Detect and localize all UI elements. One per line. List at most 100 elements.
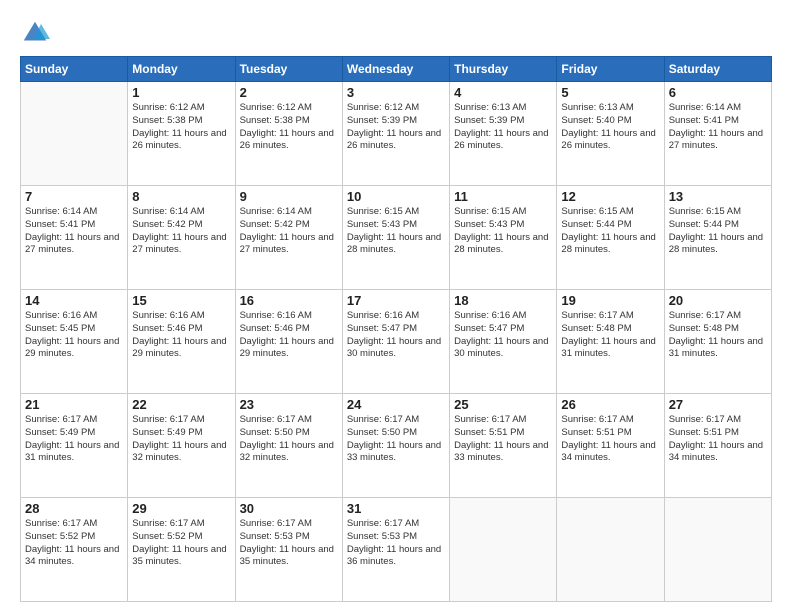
calendar-cell: 1 Sunrise: 6:12 AMSunset: 5:38 PMDaylight… bbox=[128, 82, 235, 186]
cell-info: Sunrise: 6:13 AMSunset: 5:39 PMDaylight:… bbox=[454, 102, 552, 153]
cell-info: Sunrise: 6:16 AMSunset: 5:46 PMDaylight:… bbox=[132, 310, 230, 361]
cell-info: Sunrise: 6:14 AMSunset: 5:41 PMDaylight:… bbox=[25, 206, 123, 257]
day-number: 5 bbox=[561, 85, 659, 100]
day-number: 17 bbox=[347, 293, 445, 308]
calendar-header-wednesday: Wednesday bbox=[342, 57, 449, 82]
calendar-cell: 25Sunrise: 6:17 AMSunset: 5:51 PMDayligh… bbox=[450, 394, 557, 498]
day-number: 27 bbox=[669, 397, 767, 412]
day-number: 1 bbox=[132, 85, 230, 100]
cell-info: Sunrise: 6:14 AMSunset: 5:41 PMDaylight:… bbox=[669, 102, 767, 153]
cell-info: Sunrise: 6:17 AMSunset: 5:53 PMDaylight:… bbox=[347, 518, 445, 569]
calendar-cell: 22 Sunrise: 6:17 AMSunset: 5:49 PMDayligh… bbox=[128, 394, 235, 498]
calendar-cell: 20 Sunrise: 6:17 AMSunset: 5:48 PMDayligh… bbox=[664, 290, 771, 394]
cell-info: Sunrise: 6:17 AMSunset: 5:51 PMDaylight:… bbox=[561, 414, 659, 465]
calendar-week-2: 7 Sunrise: 6:14 AMSunset: 5:41 PMDaylight… bbox=[21, 186, 772, 290]
cell-info: Sunrise: 6:16 AMSunset: 5:45 PMDaylight:… bbox=[25, 310, 123, 361]
cell-info: Sunrise: 6:15 AMSunset: 5:43 PMDaylight:… bbox=[347, 206, 445, 257]
calendar-cell: 16 Sunrise: 6:16 AMSunset: 5:46 PMDayligh… bbox=[235, 290, 342, 394]
logo-icon bbox=[20, 18, 50, 48]
cell-info: Sunrise: 6:16 AMSunset: 5:47 PMDaylight:… bbox=[454, 310, 552, 361]
calendar-header-row: SundayMondayTuesdayWednesdayThursdayFrid… bbox=[21, 57, 772, 82]
calendar-cell: 8 Sunrise: 6:14 AMSunset: 5:42 PMDaylight… bbox=[128, 186, 235, 290]
calendar-header-thursday: Thursday bbox=[450, 57, 557, 82]
cell-info: Sunrise: 6:15 AMSunset: 5:44 PMDaylight:… bbox=[669, 206, 767, 257]
day-number: 14 bbox=[25, 293, 123, 308]
calendar-cell: 9 Sunrise: 6:14 AMSunset: 5:42 PMDaylight… bbox=[235, 186, 342, 290]
cell-info: Sunrise: 6:17 AMSunset: 5:51 PMDaylight:… bbox=[669, 414, 767, 465]
calendar-header-sunday: Sunday bbox=[21, 57, 128, 82]
logo bbox=[20, 18, 54, 48]
calendar-header-monday: Monday bbox=[128, 57, 235, 82]
calendar-cell: 17 Sunrise: 6:16 AMSunset: 5:47 PMDayligh… bbox=[342, 290, 449, 394]
day-number: 7 bbox=[25, 189, 123, 204]
calendar-header-saturday: Saturday bbox=[664, 57, 771, 82]
day-number: 25 bbox=[454, 397, 552, 412]
calendar-cell: 23 Sunrise: 6:17 AMSunset: 5:50 PMDayligh… bbox=[235, 394, 342, 498]
calendar-header-tuesday: Tuesday bbox=[235, 57, 342, 82]
calendar-cell: 2Sunrise: 6:12 AMSunset: 5:38 PMDaylight… bbox=[235, 82, 342, 186]
cell-info: Sunrise: 6:17 AMSunset: 5:49 PMDaylight:… bbox=[132, 414, 230, 465]
day-number: 8 bbox=[132, 189, 230, 204]
cell-info: Sunrise: 6:17 AMSunset: 5:53 PMDaylight:… bbox=[240, 518, 338, 569]
day-number: 18 bbox=[454, 293, 552, 308]
calendar-cell: 19Sunrise: 6:17 AMSunset: 5:48 PMDayligh… bbox=[557, 290, 664, 394]
calendar-cell bbox=[557, 498, 664, 602]
calendar-week-4: 21 Sunrise: 6:17 AMSunset: 5:49 PMDayligh… bbox=[21, 394, 772, 498]
calendar-table: SundayMondayTuesdayWednesdayThursdayFrid… bbox=[20, 56, 772, 602]
day-number: 26 bbox=[561, 397, 659, 412]
day-number: 24 bbox=[347, 397, 445, 412]
day-number: 31 bbox=[347, 501, 445, 516]
day-number: 21 bbox=[25, 397, 123, 412]
cell-info: Sunrise: 6:17 AMSunset: 5:49 PMDaylight:… bbox=[25, 414, 123, 465]
cell-info: Sunrise: 6:16 AMSunset: 5:47 PMDaylight:… bbox=[347, 310, 445, 361]
calendar-cell: 21 Sunrise: 6:17 AMSunset: 5:49 PMDayligh… bbox=[21, 394, 128, 498]
calendar-cell bbox=[21, 82, 128, 186]
calendar-cell bbox=[664, 498, 771, 602]
cell-info: Sunrise: 6:17 AMSunset: 5:48 PMDaylight:… bbox=[669, 310, 767, 361]
cell-info: Sunrise: 6:12 AMSunset: 5:38 PMDaylight:… bbox=[240, 102, 338, 153]
day-number: 11 bbox=[454, 189, 552, 204]
calendar-cell: 13Sunrise: 6:15 AMSunset: 5:44 PMDayligh… bbox=[664, 186, 771, 290]
calendar-cell: 28Sunrise: 6:17 AMSunset: 5:52 PMDayligh… bbox=[21, 498, 128, 602]
cell-info: Sunrise: 6:15 AMSunset: 5:44 PMDaylight:… bbox=[561, 206, 659, 257]
calendar-cell: 6 Sunrise: 6:14 AMSunset: 5:41 PMDaylight… bbox=[664, 82, 771, 186]
cell-info: Sunrise: 6:17 AMSunset: 5:50 PMDaylight:… bbox=[240, 414, 338, 465]
calendar-cell: 7 Sunrise: 6:14 AMSunset: 5:41 PMDaylight… bbox=[21, 186, 128, 290]
day-number: 23 bbox=[240, 397, 338, 412]
day-number: 15 bbox=[132, 293, 230, 308]
calendar-cell: 12 Sunrise: 6:15 AMSunset: 5:44 PMDayligh… bbox=[557, 186, 664, 290]
calendar-cell: 3Sunrise: 6:12 AMSunset: 5:39 PMDaylight… bbox=[342, 82, 449, 186]
page: SundayMondayTuesdayWednesdayThursdayFrid… bbox=[0, 0, 792, 612]
cell-info: Sunrise: 6:14 AMSunset: 5:42 PMDaylight:… bbox=[240, 206, 338, 257]
day-number: 9 bbox=[240, 189, 338, 204]
calendar-cell: 4Sunrise: 6:13 AMSunset: 5:39 PMDaylight… bbox=[450, 82, 557, 186]
day-number: 22 bbox=[132, 397, 230, 412]
calendar-cell: 26 Sunrise: 6:17 AMSunset: 5:51 PMDayligh… bbox=[557, 394, 664, 498]
day-number: 20 bbox=[669, 293, 767, 308]
cell-info: Sunrise: 6:15 AMSunset: 5:43 PMDaylight:… bbox=[454, 206, 552, 257]
day-number: 6 bbox=[669, 85, 767, 100]
calendar-cell: 11 Sunrise: 6:15 AMSunset: 5:43 PMDayligh… bbox=[450, 186, 557, 290]
cell-info: Sunrise: 6:12 AMSunset: 5:38 PMDaylight:… bbox=[132, 102, 230, 153]
cell-info: Sunrise: 6:13 AMSunset: 5:40 PMDaylight:… bbox=[561, 102, 659, 153]
cell-info: Sunrise: 6:17 AMSunset: 5:48 PMDaylight:… bbox=[561, 310, 659, 361]
cell-info: Sunrise: 6:17 AMSunset: 5:50 PMDaylight:… bbox=[347, 414, 445, 465]
calendar-cell: 29Sunrise: 6:17 AMSunset: 5:52 PMDayligh… bbox=[128, 498, 235, 602]
calendar-header-friday: Friday bbox=[557, 57, 664, 82]
day-number: 30 bbox=[240, 501, 338, 516]
calendar-week-5: 28Sunrise: 6:17 AMSunset: 5:52 PMDayligh… bbox=[21, 498, 772, 602]
day-number: 3 bbox=[347, 85, 445, 100]
calendar-cell: 5 Sunrise: 6:13 AMSunset: 5:40 PMDaylight… bbox=[557, 82, 664, 186]
cell-info: Sunrise: 6:14 AMSunset: 5:42 PMDaylight:… bbox=[132, 206, 230, 257]
day-number: 16 bbox=[240, 293, 338, 308]
header bbox=[20, 18, 772, 48]
day-number: 10 bbox=[347, 189, 445, 204]
cell-info: Sunrise: 6:16 AMSunset: 5:46 PMDaylight:… bbox=[240, 310, 338, 361]
day-number: 28 bbox=[25, 501, 123, 516]
day-number: 12 bbox=[561, 189, 659, 204]
calendar-cell: 27 Sunrise: 6:17 AMSunset: 5:51 PMDayligh… bbox=[664, 394, 771, 498]
calendar-cell: 30 Sunrise: 6:17 AMSunset: 5:53 PMDayligh… bbox=[235, 498, 342, 602]
calendar-week-1: 1 Sunrise: 6:12 AMSunset: 5:38 PMDaylight… bbox=[21, 82, 772, 186]
day-number: 29 bbox=[132, 501, 230, 516]
calendar-cell: 10 Sunrise: 6:15 AMSunset: 5:43 PMDayligh… bbox=[342, 186, 449, 290]
